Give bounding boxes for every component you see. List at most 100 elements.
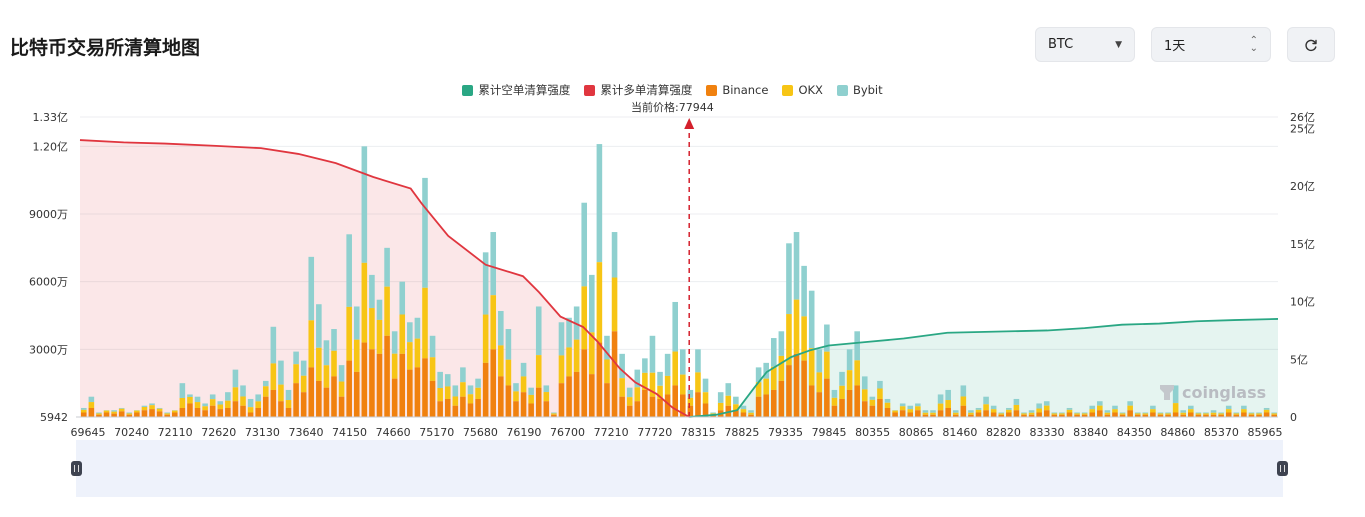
bar-bybit (998, 412, 1005, 414)
bar-bybit (596, 144, 603, 263)
bar-binance (422, 358, 428, 417)
bar-binance (240, 405, 246, 417)
y-right-tick-label: 25亿 (1290, 123, 1315, 136)
bar-bybit (968, 410, 974, 413)
bar-okx (118, 408, 125, 412)
bar-bybit (384, 247, 390, 287)
bar-binance (118, 411, 125, 417)
bar-binance (338, 396, 345, 417)
x-tick-label: 85965 (1248, 426, 1283, 439)
bar-okx (846, 370, 853, 390)
bar-okx (535, 355, 542, 388)
zoom-handle-right[interactable] (1277, 461, 1288, 476)
bar-bybit (824, 324, 830, 352)
bar-okx (1021, 413, 1027, 415)
zoom-handle-left[interactable] (71, 461, 82, 476)
bar-bybit (899, 403, 906, 407)
bar-binance (755, 396, 762, 417)
bar-binance (869, 405, 876, 417)
bar-okx (247, 407, 254, 413)
bar-bybit (1157, 412, 1164, 414)
bar-binance (429, 380, 436, 417)
bar-okx (1066, 409, 1073, 413)
bar-okx (725, 395, 732, 406)
bar-binance (1127, 410, 1133, 417)
bar-okx (778, 355, 785, 381)
bar-bybit (1059, 412, 1065, 414)
bar-bybit (1233, 412, 1240, 414)
bar-bybit (649, 335, 656, 373)
bar-bybit (278, 360, 284, 385)
x-tick-label: 72620 (201, 426, 236, 439)
bar-okx (672, 351, 678, 386)
x-tick-label: 76700 (550, 426, 585, 439)
bar-binance (1225, 412, 1232, 417)
bar-okx (270, 363, 277, 390)
bar-binance (573, 371, 580, 417)
bar-bybit (437, 371, 443, 388)
bar-okx (391, 353, 398, 379)
bar-binance (1089, 412, 1096, 417)
bar-okx (232, 387, 239, 402)
bar-okx (1210, 412, 1217, 415)
bar-okx (1195, 413, 1202, 415)
bar-okx (581, 286, 588, 350)
bar-bybit (770, 338, 777, 367)
bar-binance (285, 407, 292, 417)
bar-binance (884, 407, 891, 417)
bar-okx (740, 409, 747, 413)
watermark-text: coinglass (1182, 382, 1267, 402)
bar-bybit (1203, 412, 1209, 414)
bar-binance (915, 410, 921, 417)
bar-bybit (1263, 407, 1270, 410)
bar-okx (1051, 413, 1058, 415)
y-right-tick-label: 26亿 (1290, 111, 1315, 124)
bar-okx (490, 295, 497, 350)
bar-bybit (126, 412, 133, 414)
bar-binance (300, 392, 307, 417)
bar-bybit (702, 378, 709, 393)
bar-okx (1165, 413, 1171, 415)
bar-bybit (1210, 410, 1217, 413)
bar-okx (187, 396, 193, 404)
bar-bybit (96, 412, 102, 414)
bar-binance (513, 401, 519, 417)
bar-bybit (937, 394, 944, 404)
bar-bybit (1089, 405, 1096, 410)
bar-okx (399, 314, 406, 354)
bar-binance (520, 392, 527, 417)
bar-binance (217, 409, 224, 417)
bar-binance (778, 380, 785, 417)
bar-okx (854, 360, 860, 386)
bar-okx (1172, 403, 1179, 413)
bar-binance (983, 410, 989, 417)
bar-bybit (1028, 410, 1035, 413)
bar-bybit (1066, 407, 1073, 410)
bar-binance (376, 353, 383, 417)
bar-bybit (467, 385, 474, 395)
bar-okx (770, 366, 777, 390)
bar-bybit (975, 407, 982, 410)
bar-binance (361, 342, 368, 417)
bar-bybit (680, 349, 686, 375)
bar-bybit (293, 351, 299, 365)
bar-okx (134, 410, 140, 413)
bar-bybit (141, 405, 148, 407)
coinglass-logo-icon (1160, 385, 1174, 400)
bar-bybit (1271, 412, 1277, 414)
bar-okx (1271, 413, 1277, 415)
bar-bybit (748, 410, 754, 413)
bar-binance (505, 385, 512, 417)
bar-binance (611, 331, 618, 417)
zoom-range-bar[interactable] (76, 440, 1283, 497)
bar-okx (952, 412, 959, 415)
bar-binance (232, 401, 239, 417)
bar-okx (179, 398, 186, 408)
bar-okx (384, 286, 390, 336)
bar-bybit (1218, 412, 1224, 414)
bar-okx (899, 406, 906, 411)
bar-okx (444, 386, 451, 399)
bar-okx (202, 406, 208, 411)
bar-okx (604, 359, 610, 384)
bar-bybit (1180, 410, 1187, 413)
